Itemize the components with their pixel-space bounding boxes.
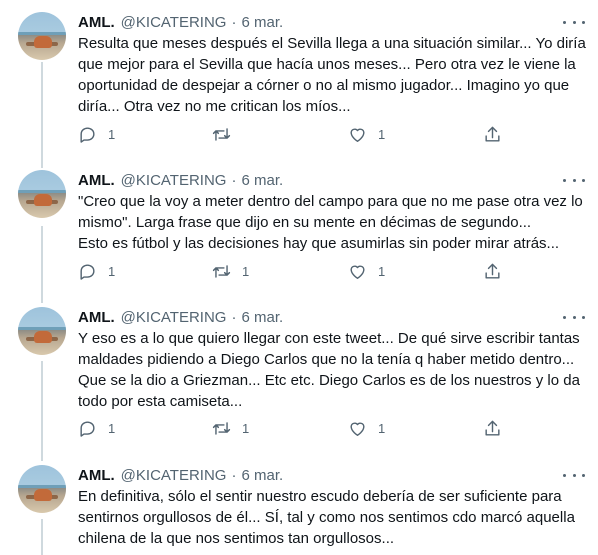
reply-icon (80, 126, 95, 143)
more-options-icon[interactable] (563, 467, 585, 483)
author-handle[interactable]: @KICATERING (121, 14, 227, 31)
author-name[interactable]: AML. (78, 309, 115, 326)
author-name[interactable]: AML. (78, 172, 115, 189)
tweet-text: "Creo que la voy a meter dentro del camp… (78, 191, 588, 254)
tweet-text-line: En definitiva, sólo el sentir nuestro es… (78, 488, 562, 505)
separator: · (231, 466, 237, 484)
tweet-header: AML. @KICATERING · 6 mar. (78, 307, 283, 327)
more-options-icon[interactable] (563, 309, 585, 325)
heart-icon (350, 265, 365, 279)
author-handle[interactable]: @KICATERING (121, 467, 227, 484)
tweet-text-line: maldades pidiendo a Diego Carlos que no … (78, 351, 575, 368)
more-options-icon[interactable] (563, 172, 585, 188)
tweet-text-line: diría... Otra vez no me critican los mío… (78, 98, 351, 115)
retweet-icon (212, 421, 231, 435)
tweet-text: Resulta que meses después el Sevilla lle… (78, 33, 588, 117)
like-count: 1 (378, 263, 386, 279)
retweet-button[interactable]: 1 (212, 418, 249, 438)
tweet-text-line: Esto es fútbol y las decisiones hay que … (78, 235, 560, 252)
tweet-text-line: Que se la dio a Griezman... Etc etc. Die… (78, 372, 580, 389)
tweet-text-line: Resulta que meses después el Sevilla lle… (78, 35, 586, 52)
separator: · (231, 308, 237, 326)
tweet[interactable]: AML. @KICATERING · 6 mar. "Creo que la v… (0, 170, 598, 295)
tweet-header: AML. @KICATERING · 6 mar. (78, 12, 283, 32)
author-handle[interactable]: @KICATERING (121, 309, 227, 326)
reply-button[interactable]: 1 (78, 124, 115, 144)
tweet-text-line: sentirnos orgullosos de él... SÍ, tal y … (78, 509, 575, 526)
tweet-text: Y eso es a lo que quiero llegar con este… (78, 328, 588, 412)
retweet-button[interactable] (212, 124, 242, 144)
tweet-text-line: chilena de la que nos sentimos tan orgul… (78, 530, 395, 547)
tweet[interactable]: AML. @KICATERING · 6 mar. Resulta que me… (0, 12, 598, 160)
retweet-button[interactable]: 1 (212, 261, 249, 281)
author-name[interactable]: AML. (78, 467, 115, 484)
tweet-text-line: todo por esta camiseta... (78, 393, 243, 410)
more-options-icon[interactable] (563, 14, 585, 30)
heart-icon (350, 128, 365, 142)
separator: · (231, 171, 237, 189)
share-button[interactable] (483, 124, 502, 144)
reply-button[interactable]: 1 (78, 261, 115, 281)
tweet-text-line: oportunidad de despejar a córner o no al… (78, 77, 570, 94)
tweet-actions: 1 1 1 (78, 261, 518, 281)
reply-count: 1 (108, 126, 116, 142)
tweet-actions: 1 1 1 (78, 418, 518, 438)
tweet-text-line: Y eso es a lo que quiero llegar con este… (78, 330, 580, 347)
retweet-count: 1 (242, 263, 250, 279)
share-icon (485, 263, 500, 279)
reply-icon (80, 263, 95, 280)
reply-icon (80, 420, 95, 437)
reply-count: 1 (108, 420, 116, 436)
like-button[interactable]: 1 (348, 418, 385, 438)
avatar[interactable] (18, 307, 66, 355)
author-name[interactable]: AML. (78, 14, 115, 31)
tweet-date[interactable]: 6 mar. (241, 309, 283, 326)
reply-count: 1 (108, 263, 116, 279)
tweet-date[interactable]: 6 mar. (241, 14, 283, 31)
tweet-header: AML. @KICATERING · 6 mar. (78, 170, 283, 190)
share-icon (485, 126, 500, 142)
avatar[interactable] (18, 12, 66, 60)
tweet-header: AML. @KICATERING · 6 mar. (78, 465, 283, 485)
tweet-text-line: mismo". Larga frase que dijo en su mente… (78, 214, 532, 231)
tweet[interactable]: AML. @KICATERING · 6 mar. En definitiva,… (0, 465, 598, 555)
reply-button[interactable]: 1 (78, 418, 115, 438)
tweet-text-line: que mejor para el Sevilla que hacía unos… (78, 56, 576, 73)
like-count: 1 (378, 420, 386, 436)
like-button[interactable]: 1 (348, 261, 385, 281)
tweet-actions: 1 1 (78, 124, 518, 144)
tweet-text: En definitiva, sólo el sentir nuestro es… (78, 486, 588, 549)
tweet-text-line: "Creo que la voy a meter dentro del camp… (78, 193, 583, 210)
like-count: 1 (378, 126, 386, 142)
tweet-date[interactable]: 6 mar. (241, 467, 283, 484)
share-button[interactable] (483, 261, 502, 281)
retweet-icon (212, 127, 231, 141)
avatar[interactable] (18, 170, 66, 218)
avatar[interactable] (18, 465, 66, 513)
retweet-icon (212, 264, 231, 278)
author-handle[interactable]: @KICATERING (121, 172, 227, 189)
share-icon (485, 420, 500, 436)
separator: · (231, 13, 237, 31)
tweet-date[interactable]: 6 mar. (241, 172, 283, 189)
like-button[interactable]: 1 (348, 124, 385, 144)
tweet[interactable]: AML. @KICATERING · 6 mar. Y eso es a lo … (0, 307, 598, 453)
share-button[interactable] (483, 418, 502, 438)
heart-icon (350, 422, 365, 436)
retweet-count: 1 (242, 420, 250, 436)
